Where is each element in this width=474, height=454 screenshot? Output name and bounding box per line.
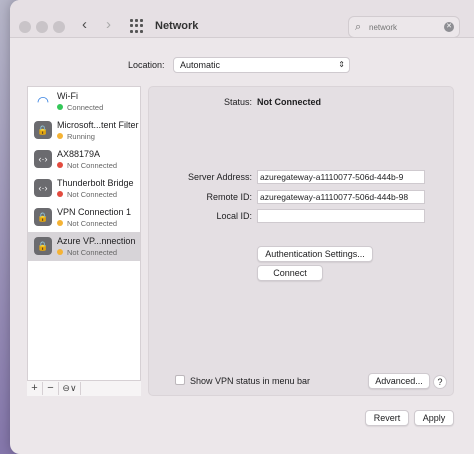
- service-name: Wi-Fi: [57, 91, 78, 101]
- service-name: AX88179A: [57, 149, 101, 159]
- search-icon: ⌕: [355, 21, 362, 33]
- lock-icon: 🔒: [34, 208, 52, 226]
- status-dot-icon: [57, 191, 63, 197]
- zoom-window-button[interactable]: [53, 21, 65, 33]
- ethernet-icon: ‹·›: [34, 150, 52, 168]
- detail-panel: [148, 86, 454, 396]
- chevron-updown-icon: ⇕: [338, 60, 345, 69]
- lock-icon: 🔒: [34, 121, 52, 139]
- remote-id-label: Remote ID:: [206, 192, 252, 202]
- service-list-toolbar: + − ⊖∨: [27, 380, 141, 396]
- service-status: Running: [67, 132, 95, 141]
- minimize-window-button[interactable]: [36, 21, 48, 33]
- status-dot-icon: [57, 220, 63, 226]
- back-arrow-icon[interactable]: ‹: [82, 17, 87, 33]
- wifi-icon: ◠: [36, 93, 50, 109]
- local-id-field[interactable]: [257, 209, 425, 223]
- service-name: Azure VP...nnection: [57, 236, 136, 246]
- service-item-thunderbolt-bridge[interactable]: ‹·› Thunderbolt Bridge Not Connected: [28, 174, 140, 203]
- server-address-field[interactable]: azuregateway-a1110077-506d-444b-9: [257, 170, 425, 184]
- authentication-settings-button[interactable]: Authentication Settings...: [257, 246, 373, 262]
- apply-button[interactable]: Apply: [414, 410, 454, 426]
- forward-arrow-icon[interactable]: ›: [106, 17, 111, 33]
- action-menu-button[interactable]: ⊖∨: [59, 382, 81, 395]
- service-status: Not Connected: [67, 161, 118, 170]
- add-service-button[interactable]: +: [27, 382, 43, 395]
- connect-button[interactable]: Connect: [257, 265, 323, 281]
- lock-icon: 🔒: [34, 237, 52, 255]
- status-dot-icon: [57, 249, 63, 255]
- server-address-label: Server Address:: [187, 172, 252, 182]
- status-dot-icon: [57, 104, 63, 110]
- window-title: Network: [155, 20, 199, 32]
- remove-service-button[interactable]: −: [43, 382, 59, 395]
- status-label: Status:: [223, 97, 252, 107]
- location-label: Location:: [128, 60, 165, 70]
- service-item-azure-vpn[interactable]: 🔒 Azure VP...nnection Not Connected: [28, 232, 140, 261]
- service-item-ax88179a[interactable]: ‹·› AX88179A Not Connected: [28, 145, 140, 174]
- service-list: ◠ Wi-Fi Connected 🔒 Microsoft...tent Fil…: [27, 86, 141, 396]
- show-all-grid-icon[interactable]: [130, 19, 144, 33]
- status-value: Not Connected: [257, 97, 321, 107]
- network-window: ‹ › Network ⌕ ✕ Location: Automatic ⇕ ◠ …: [10, 0, 474, 454]
- service-name: Thunderbolt Bridge: [57, 178, 134, 188]
- clear-search-icon[interactable]: ✕: [444, 22, 454, 32]
- close-window-button[interactable]: [19, 21, 31, 33]
- service-item-wifi[interactable]: ◠ Wi-Fi Connected: [28, 87, 140, 116]
- service-status: Not Connected: [67, 219, 118, 228]
- local-id-label: Local ID:: [216, 211, 252, 221]
- help-button[interactable]: ?: [433, 375, 447, 389]
- service-name: Microsoft...tent Filter: [57, 120, 139, 130]
- status-dot-icon: [57, 162, 63, 168]
- ethernet-icon: ‹·›: [34, 179, 52, 197]
- search-box[interactable]: ⌕ ✕: [348, 16, 460, 38]
- advanced-button[interactable]: Advanced...: [368, 373, 430, 389]
- location-value: Automatic: [180, 60, 221, 70]
- service-item-content-filter[interactable]: 🔒 Microsoft...tent Filter Running: [28, 116, 140, 145]
- show-vpn-status-label: Show VPN status in menu bar: [190, 376, 311, 386]
- revert-button[interactable]: Revert: [365, 410, 409, 426]
- service-item-vpn-connection-1[interactable]: 🔒 VPN Connection 1 Not Connected: [28, 203, 140, 232]
- search-input[interactable]: [369, 20, 439, 34]
- service-status: Not Connected: [67, 190, 118, 199]
- status-dot-icon: [57, 133, 63, 139]
- title-bar: ‹ › Network ⌕ ✕: [10, 0, 474, 38]
- location-select[interactable]: Automatic ⇕: [173, 57, 350, 73]
- show-vpn-status-checkbox[interactable]: [175, 375, 185, 385]
- service-status: Not Connected: [67, 248, 118, 257]
- service-name: VPN Connection 1: [57, 207, 132, 217]
- service-status: Connected: [67, 103, 104, 112]
- remote-id-field[interactable]: azuregateway-a1110077-506d-444b-98: [257, 190, 425, 204]
